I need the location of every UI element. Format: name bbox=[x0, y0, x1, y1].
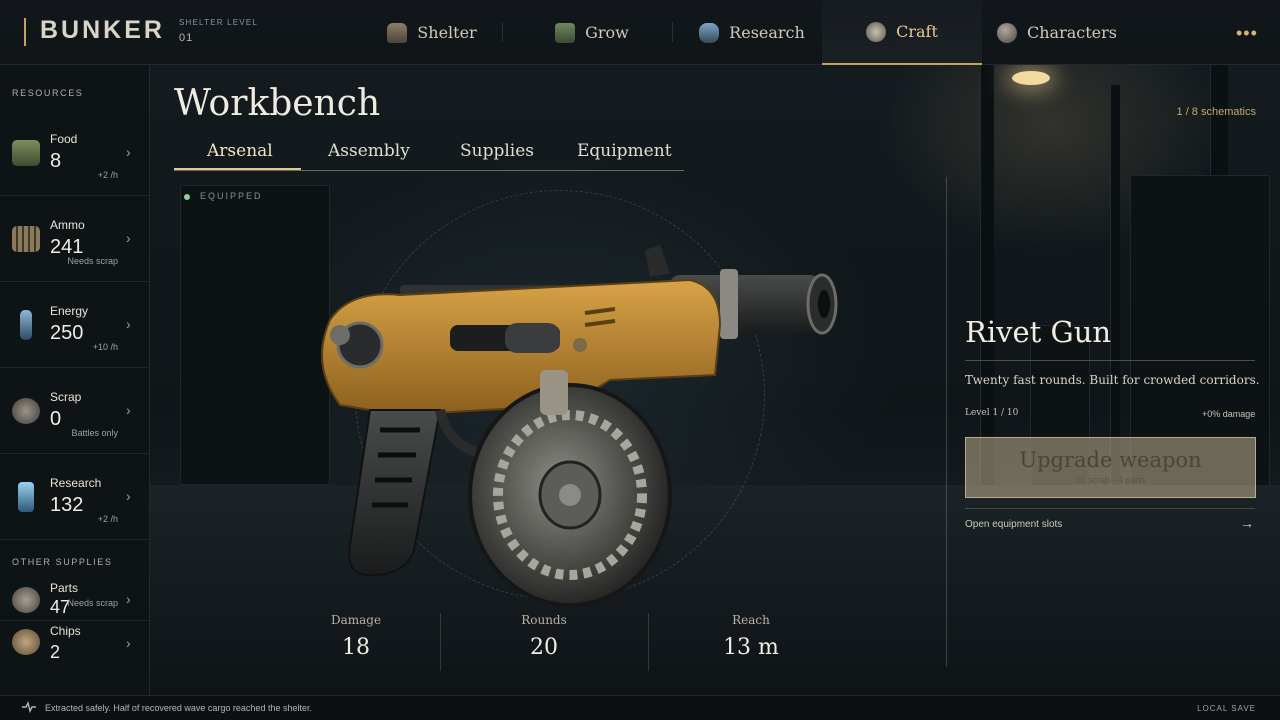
ammo-icon bbox=[12, 226, 40, 252]
tab-equipment[interactable]: Equipment bbox=[577, 141, 672, 161]
stat-damage: Damage 18 bbox=[330, 613, 382, 660]
resource-research[interactable]: Research 132 +2 /h › bbox=[0, 454, 150, 540]
chevron-right-icon: › bbox=[126, 591, 131, 607]
status-bar: Extracted safely. Half of recovered wave… bbox=[0, 695, 1280, 720]
nav-grow[interactable]: Grow bbox=[522, 0, 662, 65]
resource-sidebar: RESOURCES Food 8 +2 /h › Ammo 241 Needs … bbox=[0, 65, 150, 695]
tab-supplies[interactable]: Supplies bbox=[460, 141, 534, 161]
equipped-badge: EQUIPPED bbox=[200, 191, 263, 201]
grow-icon bbox=[555, 22, 576, 43]
top-bar: BUNKER SHELTER LEVEL 01 Shelter Grow Res… bbox=[0, 0, 1280, 65]
resource-food[interactable]: Food 8 +2 /h › bbox=[0, 110, 150, 196]
stat-reach: Reach 13 m bbox=[723, 613, 779, 660]
stat-rounds: Rounds 20 bbox=[521, 613, 567, 660]
nav-characters[interactable]: Characters bbox=[982, 0, 1132, 65]
weapon-level: Level 1 / 10 bbox=[965, 408, 1019, 418]
status-message: Extracted safely. Half of recovered wave… bbox=[45, 703, 312, 713]
other-supplies-heading: OTHER SUPPLIES bbox=[12, 557, 113, 567]
chevron-right-icon: › bbox=[126, 402, 131, 418]
weapon-stats: Damage 18 Rounds 20 Reach 13 m bbox=[270, 613, 850, 673]
chevron-right-icon: › bbox=[126, 144, 131, 160]
detail-divider bbox=[946, 177, 947, 667]
schematics-counter: 1 / 8 schematics bbox=[1176, 106, 1256, 118]
energy-icon bbox=[20, 310, 32, 340]
upgrade-weapon-button[interactable]: Upgrade weapon 30 scrap · 4 parts bbox=[965, 437, 1256, 498]
resource-scrap[interactable]: Scrap 0 Battles only › bbox=[0, 368, 150, 454]
food-icon bbox=[12, 140, 40, 166]
brand-accent bbox=[24, 18, 26, 46]
chevron-right-icon: › bbox=[126, 488, 131, 504]
nav-craft[interactable]: Craft bbox=[822, 0, 982, 65]
nav-research[interactable]: Research bbox=[682, 0, 822, 65]
parts-icon bbox=[12, 587, 40, 613]
damage-bonus: +0% damage bbox=[1202, 409, 1256, 419]
resource-chips[interactable]: Chips 2 › bbox=[0, 621, 150, 669]
craft-icon bbox=[866, 21, 887, 42]
shelter-level-value: 01 bbox=[179, 32, 194, 44]
pulse-icon bbox=[22, 701, 36, 713]
scrap-icon bbox=[12, 398, 40, 424]
shelter-level-label: SHELTER LEVEL bbox=[179, 18, 259, 27]
resource-parts[interactable]: Parts 47 Needs scrap › bbox=[0, 573, 150, 621]
open-equipment-slots-link[interactable]: Open equipment slots bbox=[965, 519, 1062, 530]
tab-arsenal[interactable]: Arsenal bbox=[207, 141, 273, 161]
research-icon bbox=[699, 22, 720, 43]
resource-ammo[interactable]: Ammo 241 Needs scrap › bbox=[0, 196, 150, 282]
shelter-icon bbox=[387, 22, 408, 43]
chevron-right-icon: › bbox=[126, 635, 131, 651]
chips-icon bbox=[12, 629, 40, 655]
workbench-tabs: Arsenal Assembly Supplies Equipment bbox=[174, 139, 684, 171]
more-menu-button[interactable]: ••• bbox=[1236, 23, 1258, 44]
weapon-description: Twenty fast rounds. Built for crowded co… bbox=[965, 373, 1260, 387]
tab-assembly[interactable]: Assembly bbox=[328, 141, 410, 161]
weapon-name: Rivet Gun bbox=[965, 315, 1112, 349]
upgrade-cost: 30 scrap · 4 parts bbox=[1075, 475, 1146, 485]
arrow-right-icon[interactable]: → bbox=[1240, 515, 1254, 531]
rivet-gun-image bbox=[321, 245, 838, 607]
resource-energy[interactable]: Energy 250 +10 /h › bbox=[0, 282, 150, 368]
chevron-right-icon: › bbox=[126, 230, 131, 246]
local-save-indicator: LOCAL SAVE bbox=[1197, 704, 1256, 713]
workbench-scene: Workbench 1 / 8 schematics Arsenal Assem… bbox=[150, 65, 1280, 695]
brand-logo: BUNKER bbox=[40, 16, 165, 44]
resources-heading: RESOURCES bbox=[12, 88, 84, 98]
characters-icon bbox=[997, 22, 1017, 43]
chevron-right-icon: › bbox=[126, 316, 131, 332]
equipped-dot bbox=[184, 194, 190, 200]
nav-shelter[interactable]: Shelter bbox=[362, 0, 502, 65]
active-tab-indicator bbox=[174, 168, 301, 170]
research-vial-icon bbox=[18, 482, 34, 512]
page-title: Workbench bbox=[174, 83, 381, 124]
ceiling-lamp bbox=[1012, 71, 1050, 85]
